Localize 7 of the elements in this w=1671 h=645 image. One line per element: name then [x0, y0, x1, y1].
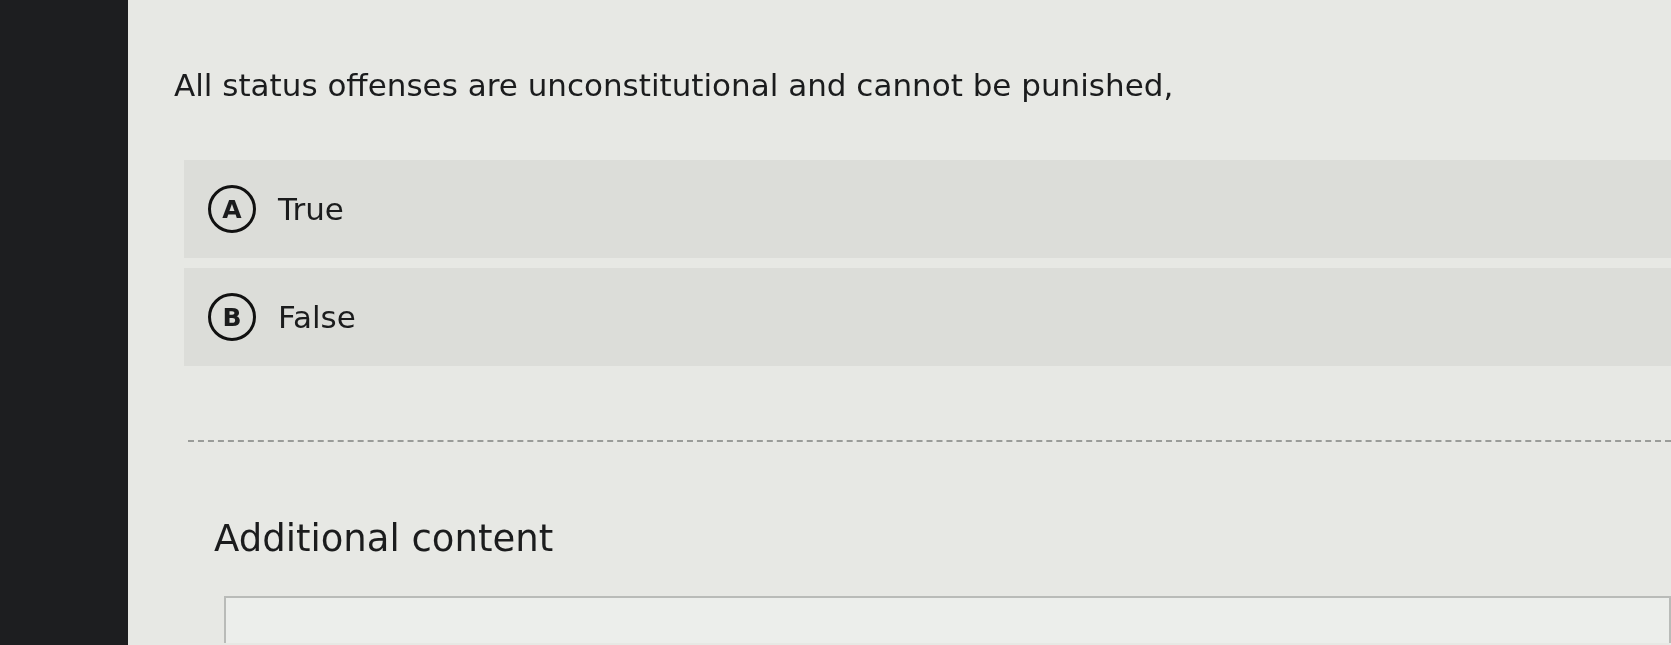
- answer-option[interactable]: B False: [184, 268, 1671, 366]
- input-field[interactable]: [224, 596, 1671, 643]
- answer-option[interactable]: A True: [184, 160, 1671, 258]
- question-text: All status offenses are unconstitutional and cannot be punished,: [174, 66, 1174, 105]
- option-letter-badge: A: [208, 185, 256, 233]
- section-heading: Additional content: [214, 516, 554, 562]
- option-letter-badge: B: [208, 293, 256, 341]
